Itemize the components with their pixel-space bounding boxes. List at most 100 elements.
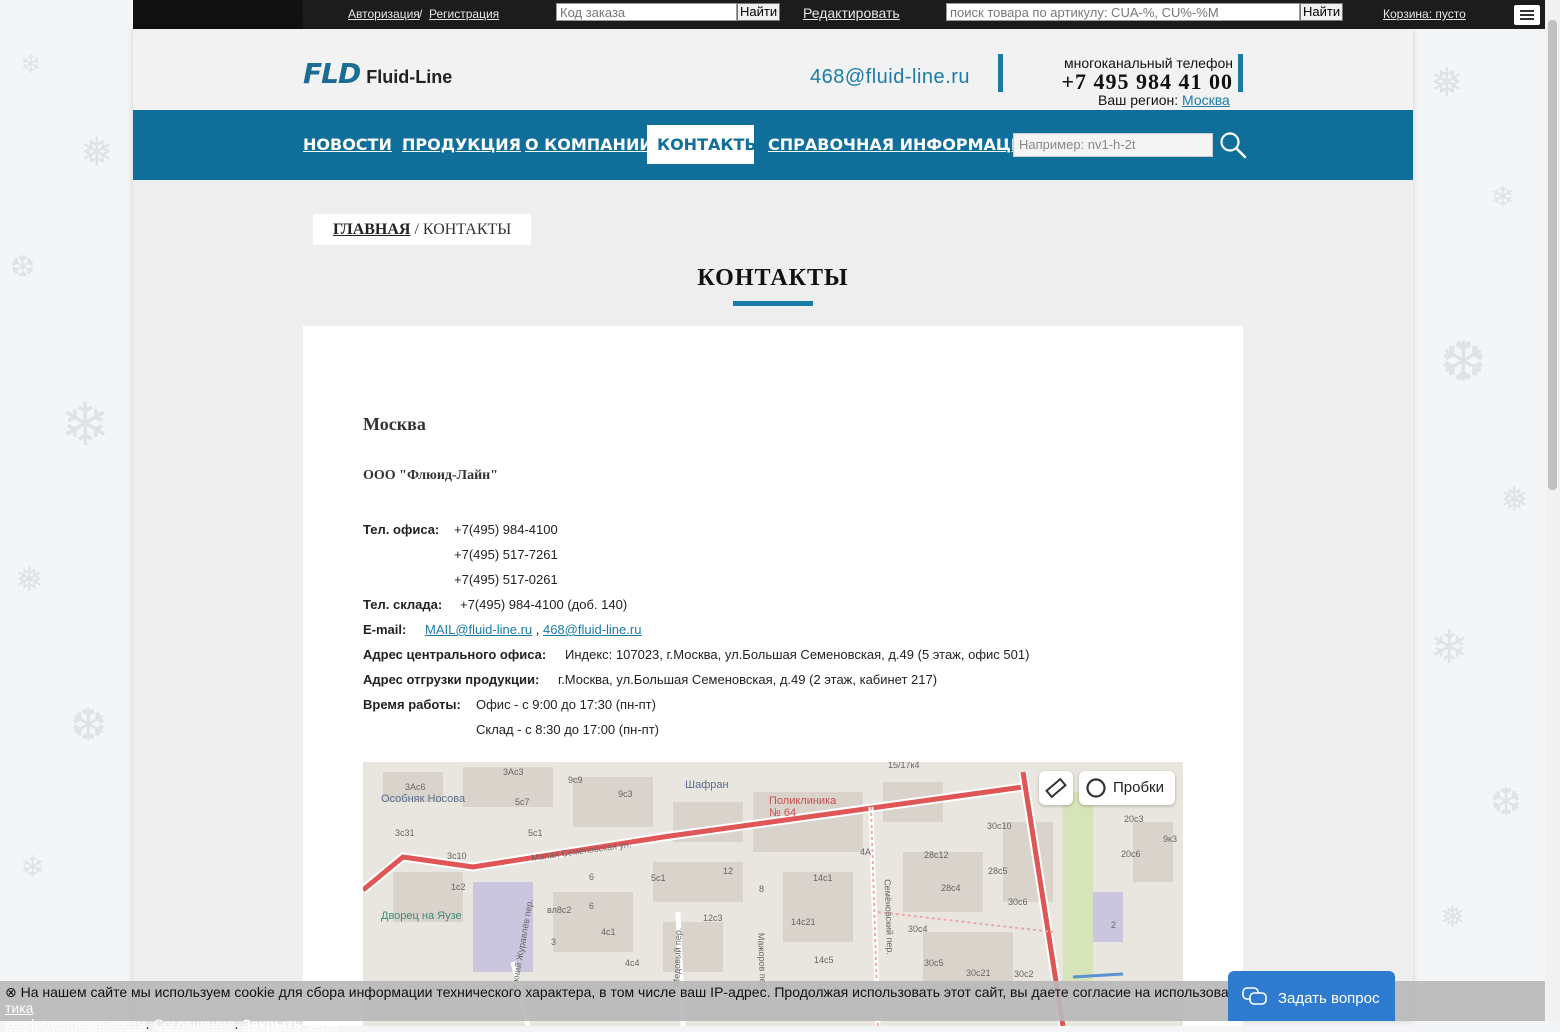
map-house-number: 6 [589,901,595,911]
map-house-number: 28с12 [924,850,949,860]
office-phone-label: Тел. офиса: [363,522,440,537]
search-icon[interactable] [1219,131,1247,159]
traffic-icon [1086,778,1106,798]
map-house-number: вл8с2 [547,905,572,915]
site-header: FLD Fluid-Line 468@fluid-line.ru многокан… [133,29,1413,110]
email-link-468[interactable]: 468@fluid-line.ru [543,622,641,637]
privacy-policy-link[interactable]: конфиденциальности [5,1016,146,1032]
scrollbar-thumb[interactable] [1548,20,1557,490]
map-house-number: 12с3 [703,913,723,923]
breadcrumb-home[interactable]: ГЛАВНАЯ [333,221,410,238]
chat-icon [1242,987,1267,1005]
map-place-label: Поликлиника № 64 [769,795,837,819]
map-house-number: 15/17к4 [888,762,920,770]
main-nav: НОВОСТИ ПРОДУКЦИЯ О КОМПАНИИ КОНТАКТЫ СП… [133,110,1413,180]
title-underline [733,301,813,306]
scrollbar[interactable] [1545,0,1560,1021]
map-house-number: 30с5 [924,958,944,968]
city-heading: Москва [363,414,426,434]
map-house-number: 14с21 [791,917,816,927]
map-house-number: 30с4 [908,924,928,934]
cart-link[interactable]: Корзина: пусто [1383,7,1466,21]
map-house-number: 4А [860,847,872,857]
email-separator: , [532,622,543,637]
office-phone-2: +7(495) 517-7261 [454,547,558,562]
map-house-number: 2 [1111,920,1117,930]
map-house-number: 28с5 [988,866,1008,876]
breadcrumb: ГЛАВНАЯ / КОНТАКТЫ [313,214,531,245]
map-house-number: 1с2 [451,882,466,892]
map-house-number: 20с6 [1121,849,1141,859]
office-phone-1: +7(495) 984-4100 [454,522,558,537]
agreement-link[interactable]: Соглашение [153,1016,234,1032]
nav-item-news[interactable]: НОВОСТИ [293,125,402,164]
email-row: E-mail: MAIL@fluid-line.ru , 468@fluid-l… [363,622,641,637]
nav-item-contacts[interactable]: КОНТАКТЫ [647,125,761,164]
site-logo[interactable]: FLD Fluid-Line [303,57,452,90]
region-link[interactable]: Москва [1182,92,1230,108]
page-container: FLD Fluid-Line 468@fluid-line.ru многокан… [133,29,1413,1026]
map-house-number: 8 [759,884,765,894]
map-house-number: 12 [723,866,734,876]
article-search-input[interactable]: поиск товара по артикулу: CUA-%, CU%-%M [946,3,1300,21]
nav-item-reference[interactable]: СПРАВОЧНАЯ ИНФОРМАЦИЯ [758,125,1046,164]
warehouse-phone-row: Тел. склада: +7(495) 984-4100 (доб. 140) [363,597,627,612]
office-address: Индекс: 107023, г.Москва, ул.Большая Сем… [565,647,1030,662]
article-search-button[interactable]: Найти [1300,3,1344,21]
breadcrumb-current: КОНТАКТЫ [422,221,512,238]
login-link[interactable]: Авторизация [348,7,420,21]
register-link[interactable]: Регистрация [429,7,499,21]
hamburger-menu-icon[interactable] [1514,5,1540,25]
region-label: Ваш регион: [1098,92,1179,108]
breadcrumb-separator: / [410,221,423,238]
hours-warehouse: Склад - с 8:30 до 17:00 (пн-пт) [476,722,659,737]
office-address-row: Адрес центрального офиса: Индекс: 107023… [363,647,1029,662]
nav-item-about[interactable]: О КОМПАНИИ [515,125,663,164]
map-house-number: 3Ас6 [405,782,426,792]
map-house-number: 30с6 [1008,897,1028,907]
region-selector: Ваш регион: Москва [1098,92,1230,108]
site-search-input[interactable]: Например: nv1-h-2t [1013,133,1213,157]
map-house-number: 14с5 [814,955,834,965]
map-house-number: 20с3 [1124,814,1144,824]
map-house-number: 5с1 [528,828,543,838]
email-label: E-mail: [363,622,407,637]
contacts-card: Москва ООО "Флюид-Лайн" Тел. офиса: +7(4… [303,326,1243,1026]
map-house-number: 3Ас3 [503,767,524,777]
office-phone-row: Тел. офиса: +7(495) 984-4100 [363,522,558,537]
shipping-address-row: Адрес отгрузки продукции: г.Москва, ул.Б… [363,672,937,687]
map-street-label: Медовый пер. [671,927,684,987]
cookie-text: ⊗ На нашем сайте мы используем cookie дл… [5,984,1425,1032]
header-divider [1238,54,1243,92]
office-address-label: Адрес центрального офиса: [363,647,547,662]
ask-question-button[interactable]: Задать вопрос [1228,971,1395,1021]
warehouse-phone: +7(495) 984-4100 (доб. 140) [460,597,628,612]
nav-item-products[interactable]: ПРОДУКЦИЯ [392,125,531,164]
map-house-number: 5с7 [515,797,530,807]
map-house-number: 6 [589,872,595,882]
map-house-number: 30с21 [966,968,991,978]
order-code-input[interactable]: Код заказа [556,3,737,21]
hours-office: Офис - с 9:00 до 17:30 (пн-пт) [476,697,656,712]
order-search-button[interactable]: Найти [737,3,781,21]
privacy-policy-tail[interactable]: тика [5,1000,33,1016]
map-place-label: Особняк Носова [381,793,466,805]
ruler-icon[interactable] [1039,771,1073,805]
header-divider [998,54,1003,92]
traffic-button[interactable]: Пробки [1079,771,1175,805]
cookie-message: На нашем сайте мы используем cookie для … [20,984,1229,1000]
hours-row: Время работы: Офис - с 9:00 до 17:30 (пн… [363,697,656,712]
header-email[interactable]: 468@fluid-line.ru [810,66,970,89]
map-house-number: 5с1 [651,873,666,883]
edit-link[interactable]: Редактировать [803,5,900,21]
map-house-number: 4с4 [625,958,640,968]
map-place-label: Шафран [685,779,729,791]
close-cookie-link[interactable]: Закрыть окно [242,1016,338,1032]
company-name: ООО "Флюид-Лайн" [363,468,498,483]
map-house-number: 9с9 [568,775,583,785]
email-link-main[interactable]: MAIL@fluid-line.ru [425,622,532,637]
logo-text: Fluid-Line [366,67,453,87]
close-icon[interactable]: ⊗ [5,984,17,1000]
traffic-label: Пробки [1113,779,1164,796]
ask-question-label: Задать вопрос [1278,990,1380,1007]
